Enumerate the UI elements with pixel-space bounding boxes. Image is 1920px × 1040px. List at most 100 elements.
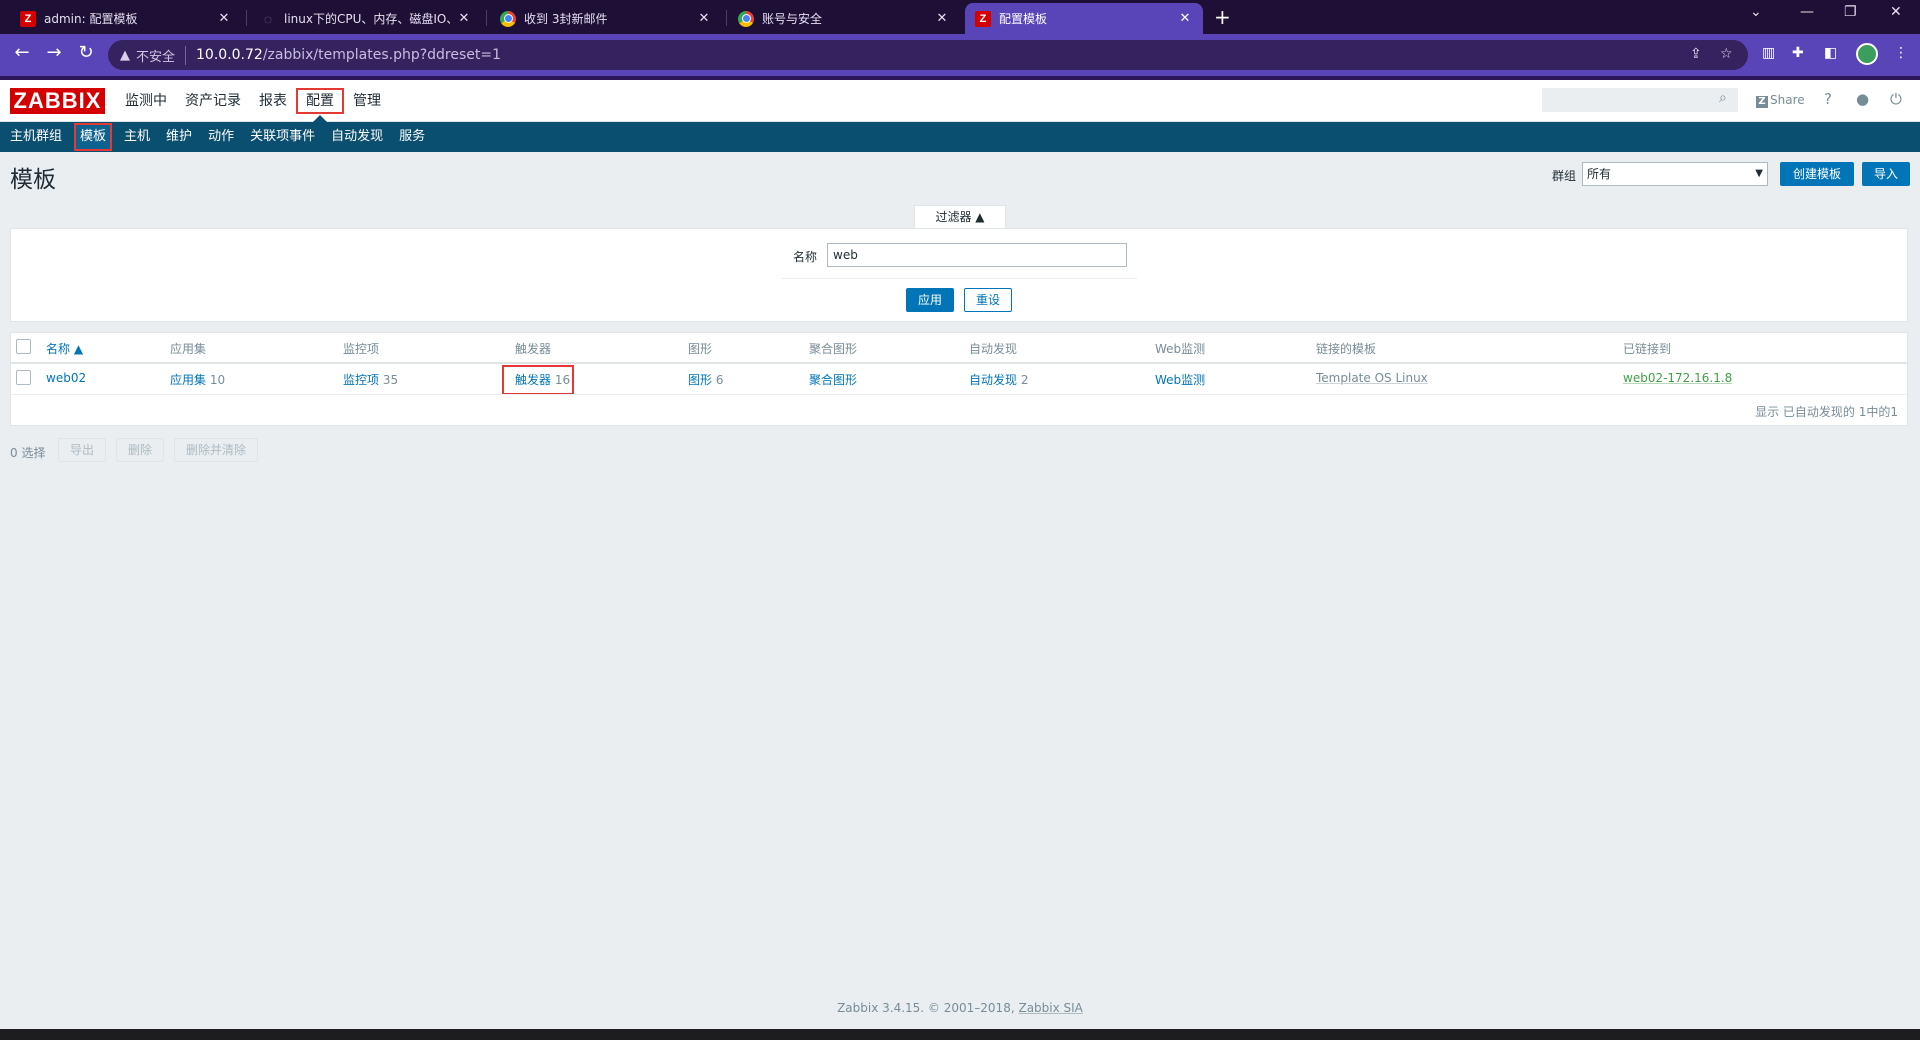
filter-tab[interactable]: 过滤器 ▲	[914, 205, 1006, 228]
submenu-services[interactable]: 服务	[391, 122, 433, 152]
tab-title: linux下的CPU、内存、磁盘IO、	[284, 12, 450, 26]
column-header-discovery: 自动发现	[969, 342, 1018, 356]
items-cell: 监控项 35	[343, 371, 398, 388]
chrome-icon	[500, 10, 516, 27]
web-monitoring-link[interactable]: Web监测	[1155, 371, 1205, 388]
submenu-label: 主机	[124, 129, 151, 144]
footer-link[interactable]: Zabbix SIA	[1018, 1001, 1082, 1015]
tab-title: 收到 3封新邮件	[524, 12, 608, 26]
menu-reports[interactable]: 报表	[250, 80, 296, 122]
share-link[interactable]: Z Share	[1756, 91, 1805, 109]
menu-label: 资产记录	[185, 93, 241, 109]
browser-tab-strip: Z admin: 配置模板 ✕ ◌ linux下的CPU、内存、磁盘IO、 ✕ …	[0, 0, 1920, 34]
menu-monitoring[interactable]: 监测中	[116, 80, 176, 122]
export-button[interactable]: 导出	[58, 438, 106, 462]
help-icon[interactable]: ?	[1824, 90, 1832, 108]
browser-tab-2[interactable]: ◌ linux下的CPU、内存、磁盘IO、 ✕	[250, 3, 482, 34]
reset-button[interactable]: 重设	[964, 288, 1012, 312]
browser-tab-active[interactable]: Z 配置模板 ✕	[965, 3, 1203, 34]
zabbix-logo[interactable]: ZABBIX	[10, 88, 105, 114]
discovery-link[interactable]: 自动发现	[969, 373, 1017, 387]
select-all-checkbox[interactable]	[16, 339, 31, 354]
search-icon[interactable]: ⌕	[1719, 90, 1727, 106]
taskbar-strip	[0, 1029, 1920, 1040]
submenu-correlation[interactable]: 关联项事件	[242, 122, 323, 152]
browser-tab-4[interactable]: 账号与安全 ✕	[728, 3, 960, 34]
back-icon[interactable]: ←	[10, 42, 34, 63]
sub-menu: 主机群组 模板 主机 维护 动作 关联项事件 自动发现 服务	[0, 122, 1920, 152]
delete-button[interactable]: 删除	[116, 438, 164, 462]
column-header-name[interactable]: 名称 ▲	[46, 340, 83, 357]
linked-template-link[interactable]: Template OS Linux	[1316, 371, 1428, 385]
column-header-items: 监控项	[343, 342, 380, 356]
browser-tab-3[interactable]: 收到 3封新邮件 ✕	[490, 3, 722, 34]
url-field[interactable]: ▲ 不安全 10.0.0.72/zabbix/templates.php?ddr…	[108, 40, 1748, 70]
group-select[interactable]: 所有 ▼	[1582, 162, 1768, 186]
triggers-highlight-box	[502, 365, 574, 395]
reload-icon[interactable]: ↻	[74, 42, 98, 63]
menu-administration[interactable]: 管理	[344, 80, 390, 122]
close-icon[interactable]: ✕	[456, 11, 472, 26]
profile-avatar[interactable]	[1856, 43, 1878, 65]
close-icon[interactable]: ✕	[696, 11, 712, 26]
submenu-discovery[interactable]: 自动发现	[323, 122, 391, 152]
restore-icon[interactable]: ❐	[1844, 4, 1857, 20]
more-menu-icon[interactable]: ⋮	[1894, 45, 1908, 61]
extension-icon[interactable]: ▥	[1762, 45, 1775, 61]
submenu-host-groups[interactable]: 主机群组	[2, 122, 70, 152]
tab-title: 配置模板	[999, 12, 1048, 26]
column-header-linked-templates: 链接的模板	[1316, 342, 1377, 356]
applications-link[interactable]: 应用集	[170, 373, 206, 387]
submenu-label: 动作	[208, 129, 235, 144]
submenu-label: 主机群组	[10, 129, 63, 144]
submenu-actions[interactable]: 动作	[200, 122, 242, 152]
chevron-down-icon: ▼	[1755, 168, 1763, 179]
browser-tab-1[interactable]: Z admin: 配置模板 ✕	[10, 3, 242, 34]
tab-separator	[486, 10, 487, 26]
filter-divider	[782, 278, 1137, 279]
share-page-icon[interactable]: ⇪	[1690, 46, 1702, 62]
bookmark-star-icon[interactable]: ☆	[1720, 46, 1733, 62]
global-search-input[interactable]	[1542, 88, 1738, 112]
apply-button[interactable]: 应用	[906, 288, 954, 312]
import-button[interactable]: 导入	[1862, 162, 1910, 186]
submenu-templates[interactable]: 模板	[70, 122, 116, 152]
chrome-icon	[738, 10, 754, 27]
window-close-icon[interactable]: ✕	[1890, 4, 1902, 20]
filter-name-input[interactable]: web	[827, 243, 1127, 267]
new-tab-icon[interactable]: +	[1214, 5, 1231, 29]
items-link[interactable]: 监控项	[343, 373, 379, 387]
delete-and-clear-button[interactable]: 删除并清除	[174, 438, 258, 462]
forward-icon[interactable]: →	[42, 42, 66, 63]
close-icon[interactable]: ✕	[1177, 11, 1193, 26]
tab-search-icon[interactable]: ⌄	[1750, 4, 1762, 20]
linked-host-link[interactable]: web02-172.16.1.8	[1623, 371, 1732, 385]
sidepanel-icon[interactable]: ◧	[1824, 45, 1837, 61]
user-profile-icon[interactable]: ●	[1856, 90, 1869, 108]
submenu-label: 自动发现	[331, 129, 384, 144]
group-label: 群组	[1552, 169, 1577, 183]
minimize-icon[interactable]: —	[1800, 4, 1814, 20]
submenu-label: 模板	[74, 123, 113, 151]
template-name-link[interactable]: web02	[46, 371, 86, 385]
applications-cell: 应用集 10	[170, 371, 225, 388]
row-divider	[11, 394, 1907, 395]
menu-inventory[interactable]: 资产记录	[176, 80, 250, 122]
submenu-maintenance[interactable]: 维护	[158, 122, 200, 152]
share-label: Share	[1770, 93, 1805, 107]
top-menu: 监测中 资产记录 报表 配置 管理	[116, 80, 390, 122]
menu-configuration[interactable]: 配置	[296, 80, 344, 122]
group-select-value: 所有	[1587, 167, 1612, 181]
column-header-triggers: 触发器	[515, 342, 552, 356]
puzzle-icon[interactable]: ✚	[1792, 45, 1804, 61]
row-checkbox[interactable]	[16, 370, 31, 385]
sign-out-icon[interactable]: ⏻	[1890, 90, 1902, 108]
column-header-screens: 聚合图形	[809, 342, 858, 356]
create-template-button[interactable]: 创建模板	[1780, 162, 1854, 186]
tab-title: admin: 配置模板	[44, 12, 138, 26]
close-icon[interactable]: ✕	[934, 11, 950, 26]
close-icon[interactable]: ✕	[216, 11, 232, 26]
graphs-link[interactable]: 图形	[688, 373, 712, 387]
submenu-hosts[interactable]: 主机	[116, 122, 158, 152]
screens-link[interactable]: 聚合图形	[809, 371, 857, 388]
